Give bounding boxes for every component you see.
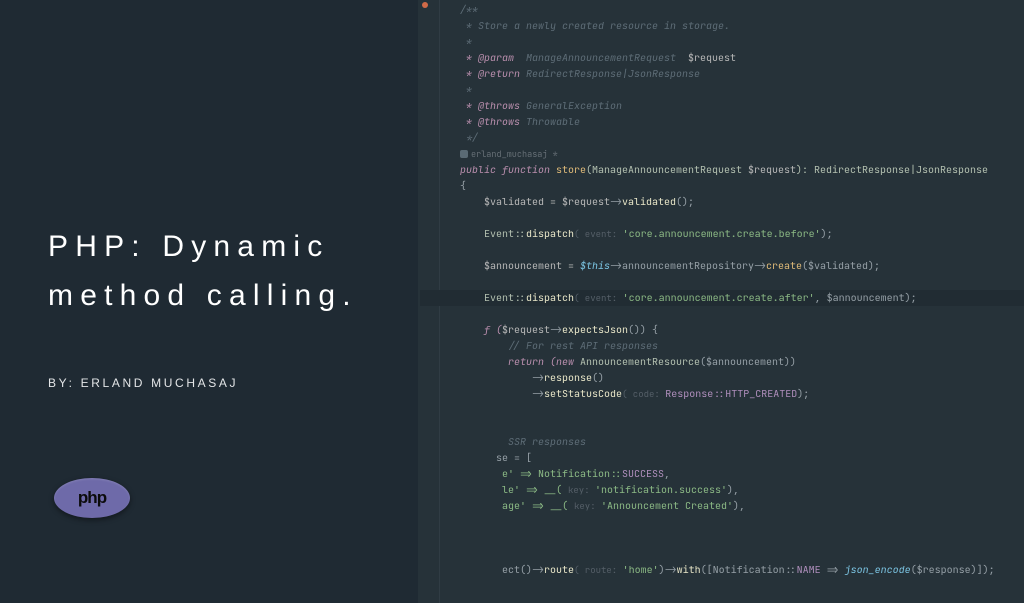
code-line: * @return RedirectResponse|JsonResponse (460, 66, 1018, 82)
code-line: public function store(ManageAnnouncement… (460, 162, 1018, 178)
code-line: * @throws GeneralException (460, 98, 1018, 114)
php-logo-text: php (78, 488, 106, 508)
code-line (460, 418, 1018, 434)
code-line: SSR responses (460, 434, 1018, 450)
code-line (460, 210, 1018, 226)
code-line: * @throws Throwable (460, 114, 1018, 130)
byline: BY: ERLAND MUCHASAJ (48, 376, 238, 390)
code-line: se = [ (460, 450, 1018, 466)
code-line: age' => __( key: 'Announcement Created')… (460, 498, 1018, 514)
code-line (460, 514, 1018, 530)
code-line (460, 306, 1018, 322)
code-line: ect()->route( route: 'home')->with([Noti… (460, 562, 1018, 578)
code-line: e' => Notification::SUCCESS, (460, 466, 1018, 482)
code-line: return (new AnnouncementResource($announ… (460, 354, 1018, 370)
breakpoint-icon (422, 2, 428, 8)
code-line: Event::dispatch( event: 'core.announceme… (460, 290, 1018, 306)
code-line (460, 242, 1018, 258)
code-line: { (460, 178, 1018, 194)
code-line (460, 402, 1018, 418)
code-line: * Store a newly created resource in stor… (460, 18, 1018, 34)
code-line: * (460, 34, 1018, 50)
user-icon (460, 150, 468, 158)
code-line: * (460, 82, 1018, 98)
code-line (460, 274, 1018, 290)
code-line: $validated = $request->validated(); (460, 194, 1018, 210)
code-line: * @param ManageAnnouncementRequest $requ… (460, 50, 1018, 66)
code-line: $announcement = $this->announcementRepos… (460, 258, 1018, 274)
code-line (460, 546, 1018, 562)
author-annotation: erland_muchasaj * (460, 146, 1018, 162)
code-line: f ($request->expectsJson()) { (460, 322, 1018, 338)
code-line: Event::dispatch( event: 'core.announceme… (460, 226, 1018, 242)
code-line (460, 530, 1018, 546)
php-logo: php (54, 478, 130, 518)
code-line: */ (460, 130, 1018, 146)
code-editor: /** * Store a newly created resource in … (418, 0, 1024, 603)
code-line: ->setStatusCode( code: Response::HTTP_CR… (460, 386, 1018, 402)
code-line: le' => __( key: 'notification.success'), (460, 482, 1018, 498)
code-line: ->response() (460, 370, 1018, 386)
article-title: PHP: Dynamic method calling. (48, 222, 408, 320)
code-line: /** (460, 2, 1018, 18)
code-line: // For rest API responses (460, 338, 1018, 354)
